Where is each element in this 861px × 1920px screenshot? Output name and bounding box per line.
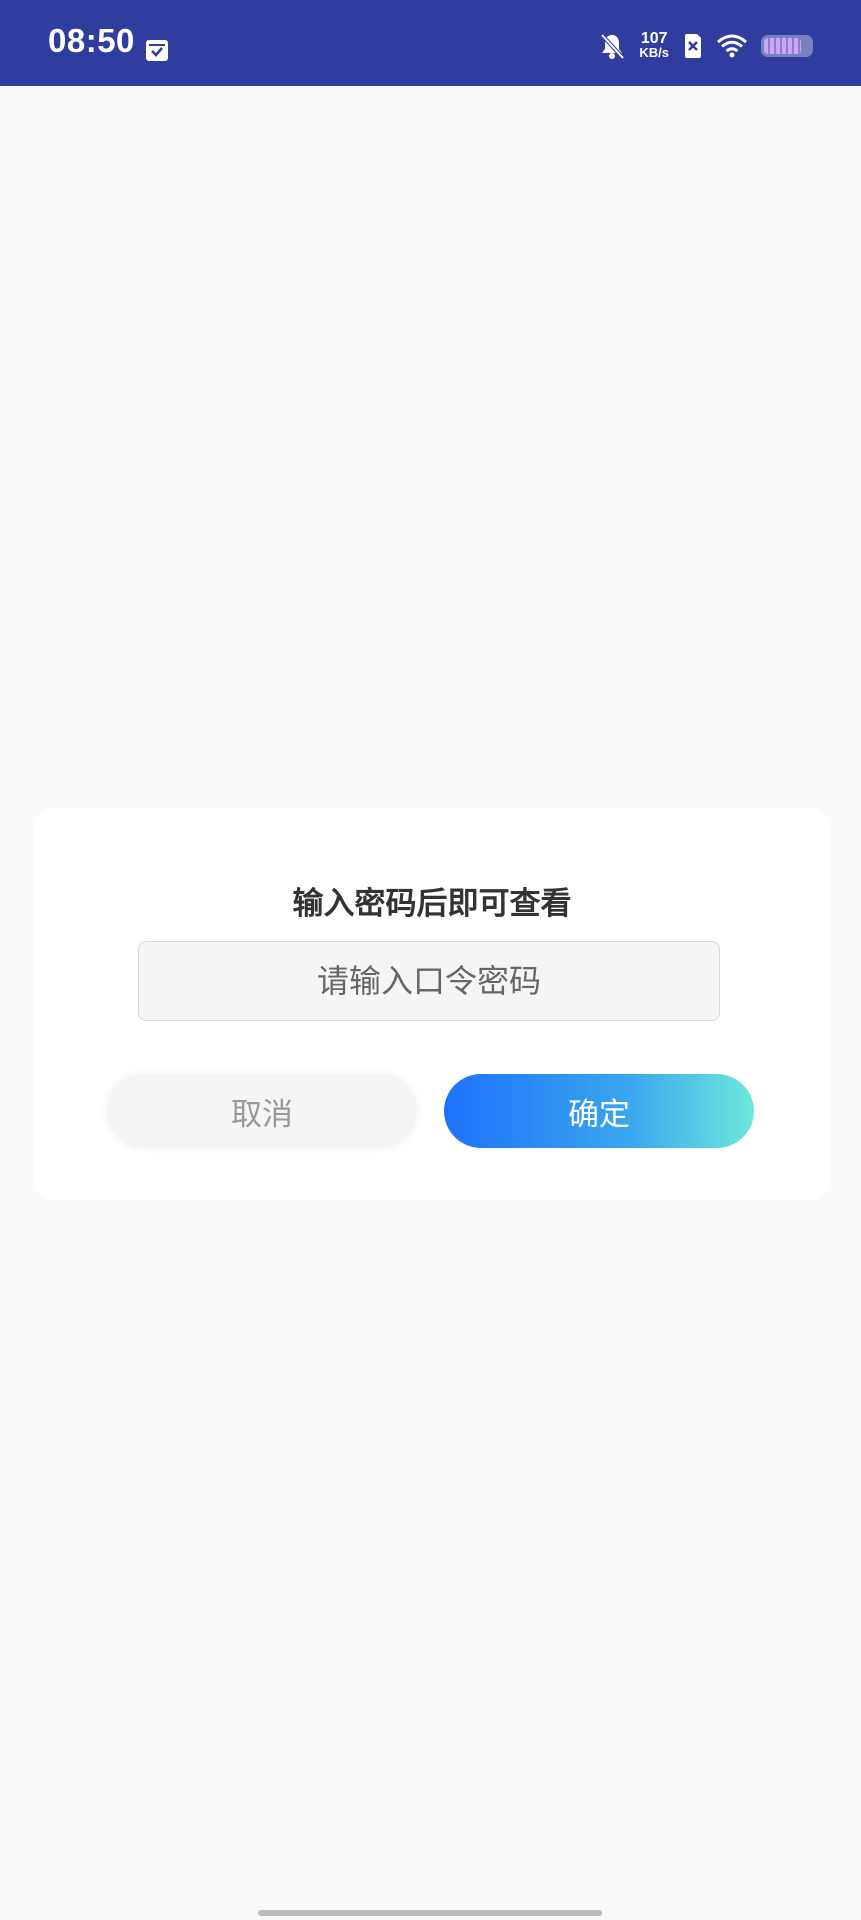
password-input[interactable] xyxy=(138,941,720,1021)
status-icons: 107 KB/s xyxy=(585,28,813,64)
password-dialog: 输入密码后即可查看 取消 确定 xyxy=(34,808,830,1200)
battery-fill xyxy=(764,38,801,54)
network-speed-value: 107 xyxy=(640,30,668,47)
wifi-icon xyxy=(717,34,747,58)
calendar-check-icon xyxy=(146,40,168,61)
status-time: 08:50 xyxy=(48,22,135,59)
cancel-button[interactable]: 取消 xyxy=(107,1074,417,1148)
network-speed-unit: KB/s xyxy=(639,45,669,60)
battery-icon xyxy=(761,35,813,57)
status-bar: 08:50 107 KB/s xyxy=(0,0,861,86)
network-speed: 107 KB/s xyxy=(639,30,669,60)
confirm-button[interactable]: 确定 xyxy=(444,1074,754,1148)
home-indicator[interactable] xyxy=(258,1910,602,1916)
dialog-title: 输入密码后即可查看 xyxy=(292,886,572,922)
sim-x-icon xyxy=(685,34,701,58)
bell-off-icon xyxy=(600,33,625,60)
